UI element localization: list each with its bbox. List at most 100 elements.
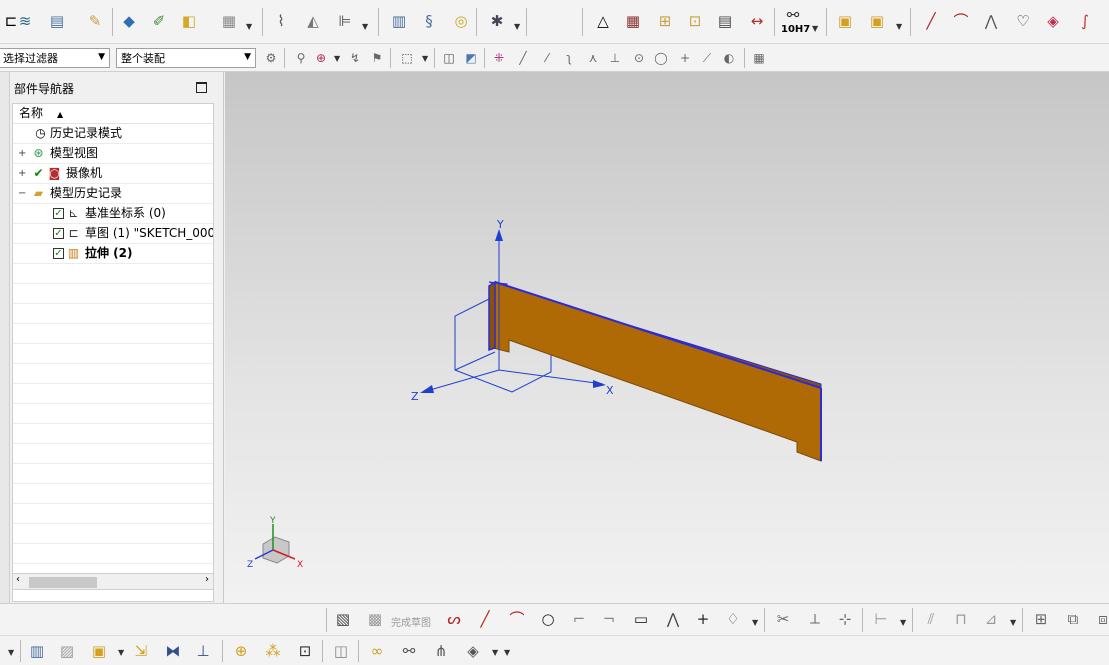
arrangement-icon[interactable]: ◈ [462, 640, 484, 662]
horizontal-scrollbar[interactable]: ‹ › [12, 573, 214, 590]
cylinder-icon[interactable]: ▥ [388, 10, 410, 32]
fillet-icon[interactable]: ⌐ [568, 608, 590, 630]
scroll-right-icon[interactable]: › [205, 574, 209, 585]
arc-center-icon[interactable]: ⊥ [606, 49, 624, 67]
chevron-down-icon[interactable]: ▼ [362, 22, 368, 31]
shape-icon[interactable]: ♡ [1012, 10, 1034, 32]
binoculars-icon[interactable]: ⚯ [782, 4, 804, 26]
chain-icon[interactable]: ∞ [366, 640, 388, 662]
add-component-icon[interactable]: ▣ [88, 640, 110, 662]
graphics-viewport[interactable]: Y X Z Y X Z [225, 72, 1109, 603]
scrollbar-thumb[interactable] [29, 577, 97, 588]
snap-icon[interactable]: ↯ [346, 49, 364, 67]
finish-sketch-icon[interactable]: ▩ [364, 608, 386, 630]
end-point-icon[interactable]: ╱ [514, 49, 532, 67]
surface-analysis-icon[interactable]: ◭ [302, 10, 324, 32]
quadrant-icon[interactable]: ◯ [652, 49, 670, 67]
tree-item-model-history[interactable]: − ▰ 模型历史记录 [13, 184, 213, 204]
point-icon[interactable]: + [692, 608, 714, 630]
assembly-scope-dropdown[interactable]: 整个装配 ▼ [116, 48, 256, 68]
chevron-down-icon[interactable]: ▼ [334, 54, 340, 63]
point-on-curve-icon[interactable]: ⟋ [698, 49, 716, 67]
offset-curve-icon[interactable]: ♢ [722, 608, 744, 630]
chevron-down-icon[interactable]: ▼ [8, 648, 14, 657]
block-icon[interactable]: ▥ [26, 640, 48, 662]
constraint-assembly-icon[interactable]: ⊥ [192, 640, 214, 662]
chevron-down-icon[interactable]: ▼ [812, 24, 818, 33]
visibility-checkbox[interactable]: ✓ [53, 228, 64, 239]
maximize-icon[interactable] [196, 82, 207, 93]
replace-component-icon[interactable]: ⁂ [262, 640, 284, 662]
solid-body-icon[interactable]: ◫ [440, 49, 458, 67]
grid-icon[interactable]: ▦ [750, 49, 768, 67]
pattern-icon[interactable]: ⊞ [1030, 608, 1052, 630]
triangle-icon[interactable]: △ [592, 10, 614, 32]
measure-icon[interactable]: ⊡ [684, 10, 706, 32]
trim-icon[interactable]: ✂ [772, 608, 794, 630]
chevron-down-icon[interactable]: ▼ [504, 648, 510, 657]
pattern-component-icon[interactable]: ⊕ [230, 640, 252, 662]
intersection-icon[interactable]: ⋏ [584, 49, 602, 67]
dimension-icon[interactable]: ⊢ [870, 608, 892, 630]
clearance-icon[interactable]: ◫ [330, 640, 352, 662]
feature-blue-icon[interactable]: ◆ [118, 10, 140, 32]
constraint-icon[interactable]: ⫽ [920, 608, 942, 630]
chevron-down-icon[interactable]: ▼ [752, 618, 758, 627]
extend-icon[interactable]: ⟂ [804, 608, 826, 630]
chevron-down-icon[interactable]: ▼ [896, 22, 902, 31]
line-icon[interactable]: ╱ [474, 608, 496, 630]
circle-center-icon[interactable]: ⊙ [630, 49, 648, 67]
grid-point-icon[interactable]: ⊞ [654, 10, 676, 32]
tolerance-label[interactable]: 10H7 [781, 24, 810, 35]
filter-settings-icon[interactable]: ⚙ [262, 49, 280, 67]
move-component-icon[interactable]: ⇲ [130, 640, 152, 662]
curve-edit-icon[interactable]: ∫ [1074, 10, 1096, 32]
column-header[interactable]: 名称 ▲ [13, 104, 213, 124]
spring-icon[interactable]: § [418, 10, 440, 32]
visibility-checkbox[interactable]: ✓ [53, 248, 64, 259]
existing-point-icon[interactable]: + [676, 49, 694, 67]
tree-item-sketch[interactable]: ✓ ⊏ 草图 (1) "SKETCH_000" [13, 224, 213, 244]
chevron-down-icon[interactable]: ▼ [246, 22, 252, 31]
corner-icon[interactable]: ⊹ [834, 608, 856, 630]
tree-item-datum-csys[interactable]: ✓ ⊾ 基准坐标系 (0) [13, 204, 213, 224]
project-icon[interactable]: ⧈ [1092, 608, 1109, 630]
tree-item-model-views[interactable]: + ⊛ 模型视图 [13, 144, 213, 164]
chevron-down-icon[interactable]: ▼ [900, 618, 906, 627]
surface-icon[interactable]: ◈ [1042, 10, 1064, 32]
mirror-icon[interactable]: ⧉ [1062, 608, 1084, 630]
point-on-face-icon[interactable]: ◐ [720, 49, 738, 67]
notes-icon[interactable]: ✎ [84, 10, 106, 32]
chevron-down-icon[interactable]: ▼ [118, 648, 124, 657]
extrude-body[interactable] [488, 280, 822, 462]
control-point-icon[interactable]: ʅ [560, 49, 578, 67]
tree-item-cameras[interactable]: + ✔ ◙ 摄像机 [13, 164, 213, 184]
tree-item-history-mode[interactable]: ◷ 历史记录模式 [13, 124, 213, 144]
select-feature-icon[interactable]: ⚲ [292, 49, 310, 67]
select-body-icon[interactable]: ⚑ [368, 49, 386, 67]
arc-icon[interactable]: ⌒ [506, 608, 528, 630]
curve-analysis-icon[interactable]: ⌇ [270, 10, 292, 32]
chamfer-icon[interactable]: ¬ [598, 608, 620, 630]
document-icon[interactable]: ▤ [714, 10, 736, 32]
exploded-view-icon[interactable]: ⊡ [294, 640, 316, 662]
table-icon[interactable]: ▦ [622, 10, 644, 32]
rectangle-select-icon[interactable]: ⬚ [398, 49, 416, 67]
layer-settings-icon[interactable]: ▤ [46, 10, 68, 32]
wave-link-icon[interactable]: ⚯ [398, 640, 420, 662]
select-region-icon[interactable]: ⊕ [312, 49, 330, 67]
gear-tool-icon[interactable]: ✱ [486, 10, 508, 32]
dimension-icon[interactable]: ↔ [746, 10, 768, 32]
sequence-icon[interactable]: ⋔ [430, 640, 452, 662]
chevron-down-icon[interactable]: ▼ [492, 648, 498, 657]
arc-icon[interactable]: ⌒ [950, 10, 972, 32]
expand-icon[interactable]: + [18, 144, 26, 163]
text-style-icon[interactable]: ▦ [218, 10, 240, 32]
part-move-icon[interactable]: ◧ [178, 10, 200, 32]
view-triad[interactable]: Y X Z [247, 516, 303, 570]
edit-feature-icon[interactable]: ✐ [148, 10, 170, 32]
circle-icon[interactable]: ○ [537, 608, 559, 630]
chevron-down-icon[interactable]: ▼ [514, 22, 520, 31]
components-icon[interactable]: ▣ [834, 10, 856, 32]
sketch-task-icon[interactable]: ▧ [332, 608, 354, 630]
